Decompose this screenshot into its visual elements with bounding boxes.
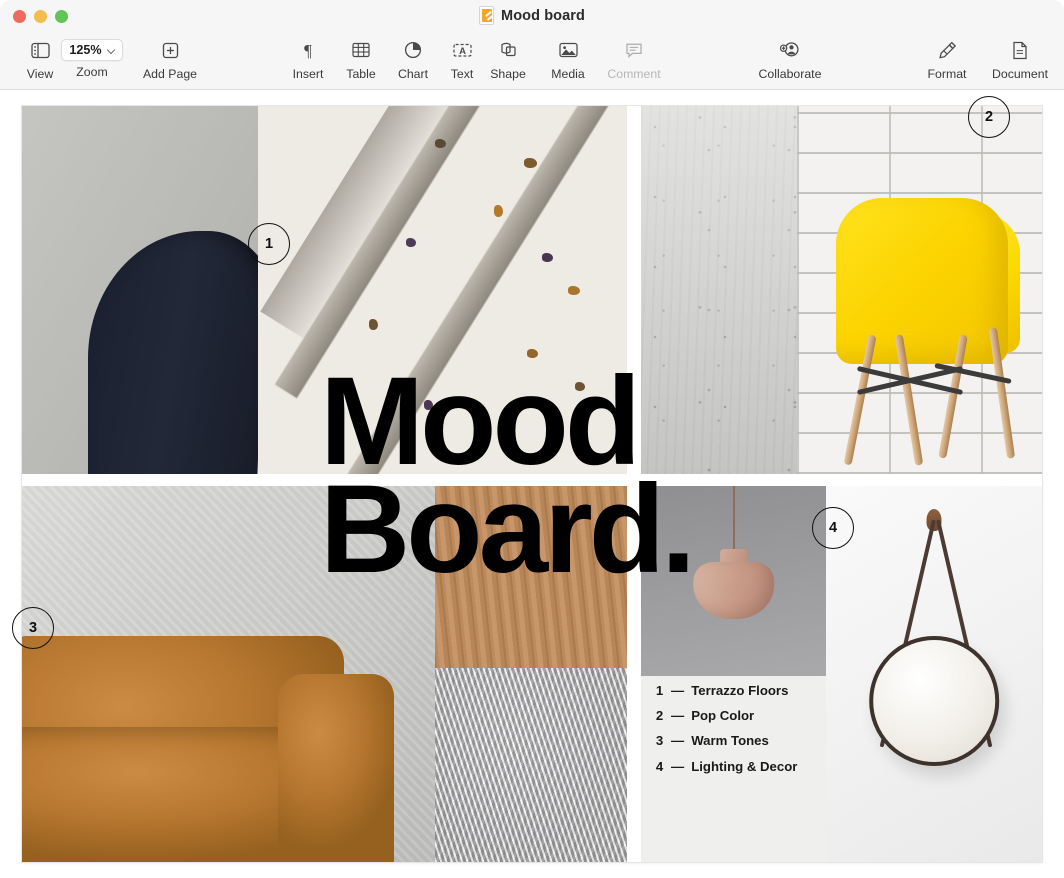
sidebar-icon <box>31 35 50 65</box>
toolbar-label-comment: Comment <box>607 67 660 81</box>
page-1[interactable]: Mood Board. 1 2 3 4 1 — <box>22 106 1042 862</box>
media-image-icon <box>559 35 578 65</box>
legend-row-1: 1 — Terrazzo Floors <box>655 684 797 697</box>
toolbar-button-comment[interactable]: Comment <box>598 33 670 81</box>
toolbar-button-format[interactable]: Format <box>911 33 983 81</box>
legend-number-3: 3 <box>655 734 664 747</box>
document-icon <box>1012 35 1028 65</box>
toolbar-button-collaborate[interactable]: Collaborate <box>754 33 826 81</box>
format-brush-icon <box>938 35 957 65</box>
chevron-down-icon <box>108 47 115 54</box>
document-canvas[interactable]: Mood Board. 1 2 3 4 1 — <box>0 90 1064 878</box>
document-title[interactable]: Mood board <box>501 8 585 24</box>
legend-list[interactable]: 1 — Terrazzo Floors 2 — Pop Color 3 — Wa… <box>655 684 797 785</box>
zoom-value: 125% <box>69 43 101 57</box>
title-bar: Mood board <box>0 0 1064 33</box>
terrazzo-chips <box>258 106 627 474</box>
toolbar-label-chart: Chart <box>398 67 428 81</box>
legend-dash-4: — <box>671 760 684 773</box>
pilcrow-icon: ¶ <box>300 35 316 65</box>
yellow-chair-seat-shape <box>836 198 1008 364</box>
toolbar-label-text: Text <box>451 67 474 81</box>
toolbar-label-add-page: Add Page <box>143 67 197 81</box>
table-icon <box>352 35 370 65</box>
toolbar: View 125% Zoom Add Page <box>0 33 1064 90</box>
legend-label-1: Terrazzo Floors <box>691 684 788 697</box>
mirror-glass <box>869 636 999 766</box>
sofa-armrest <box>278 674 394 862</box>
tile-yellow-chair-brick[interactable] <box>797 106 1042 474</box>
marker-3-number: 3 <box>29 620 37 636</box>
pages-document-icon <box>479 6 494 25</box>
document-title-group: Mood board <box>0 6 1064 25</box>
legend-label-2: Pop Color <box>691 709 754 722</box>
mood-board-layout: Mood Board. 1 2 3 4 1 — <box>22 106 1042 862</box>
app-window: Mood board View 125% Zoom <box>0 0 1064 878</box>
toolbar-button-media[interactable]: Media <box>532 33 604 81</box>
marker-4[interactable]: 4 <box>812 507 854 549</box>
toolbar-label-format: Format <box>928 67 967 81</box>
marker-3[interactable]: 3 <box>12 607 54 649</box>
legend-number-4: 4 <box>655 760 664 773</box>
toolbar-label-view: View <box>27 67 53 81</box>
tile-concrete-wall[interactable] <box>641 106 797 474</box>
tile-dark-chair-gray-wall[interactable] <box>22 106 258 474</box>
legend-dash-3: — <box>671 734 684 747</box>
zoom-control: 125% Zoom <box>51 33 133 79</box>
toolbar-label-table: Table <box>346 67 375 81</box>
toolbar-label-collaborate: Collaborate <box>759 67 822 81</box>
legend-row-4: 4 — Lighting & Decor <box>655 760 797 773</box>
svg-text:¶: ¶ <box>304 41 312 59</box>
tile-wood-grain[interactable] <box>435 486 627 668</box>
toolbar-label-shape: Shape <box>490 67 526 81</box>
pendant-shade <box>693 562 774 619</box>
marker-2-number: 2 <box>985 109 993 125</box>
tile-blush-pendant-lamp[interactable] <box>641 486 826 676</box>
legend-label-4: Lighting & Decor <box>691 760 797 773</box>
legend-number-2: 2 <box>655 709 664 722</box>
toolbar-label-document: Document <box>992 67 1048 81</box>
legend-row-2: 2 — Pop Color <box>655 709 797 722</box>
comment-icon <box>625 35 643 65</box>
toolbar-button-document[interactable]: Document <box>984 33 1056 81</box>
dark-chair-shape <box>88 231 258 474</box>
marker-1[interactable]: 1 <box>248 223 290 265</box>
legend-dash-1: — <box>671 684 684 697</box>
marker-4-number: 4 <box>829 520 837 536</box>
toolbar-button-add-page[interactable]: Add Page <box>134 33 206 81</box>
text-box-icon: A <box>453 35 472 65</box>
tile-terrazzo-slab[interactable] <box>258 106 627 474</box>
svg-text:A: A <box>459 46 466 57</box>
shape-icon <box>499 35 518 65</box>
toolbar-label-zoom: Zoom <box>76 65 107 79</box>
toolbar-label-insert: Insert <box>293 67 324 81</box>
add-page-icon <box>162 35 179 65</box>
tile-round-strap-mirror[interactable] <box>826 486 1042 862</box>
legend-row-3: 3 — Warm Tones <box>655 734 797 747</box>
legend-label-3: Warm Tones <box>691 734 769 747</box>
collaborate-icon <box>780 35 800 65</box>
marker-1-number: 1 <box>265 236 273 252</box>
legend-dash-2: — <box>671 709 684 722</box>
marker-2[interactable]: 2 <box>968 96 1010 138</box>
tile-gray-fur-throw[interactable] <box>435 668 627 862</box>
zoom-popup-button[interactable]: 125% <box>61 39 123 61</box>
pie-chart-icon <box>404 35 422 65</box>
legend-number-1: 1 <box>655 684 664 697</box>
tile-plaster-tan-sofa[interactable] <box>22 486 435 862</box>
toolbar-label-media: Media <box>551 67 585 81</box>
